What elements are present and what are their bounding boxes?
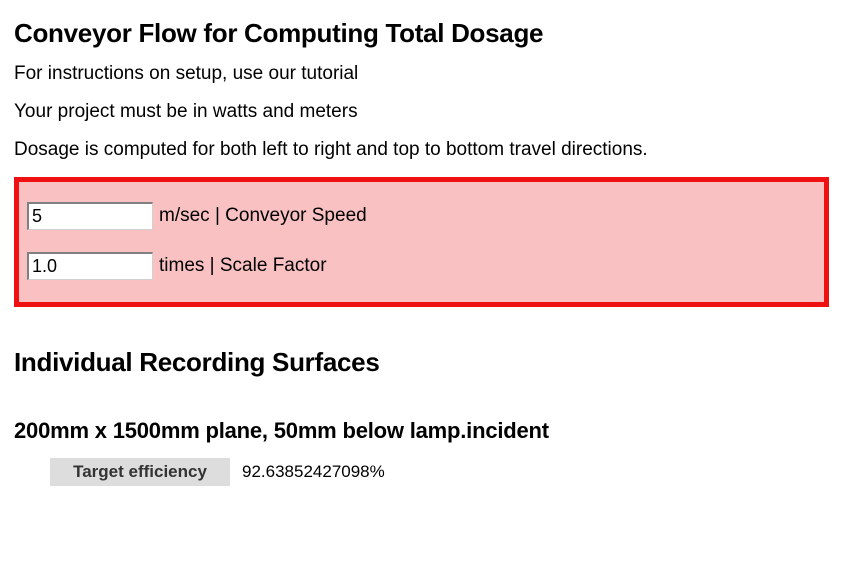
intro-text-1: For instructions on setup, use our tutor… <box>14 63 829 85</box>
surface-1-results-table: Target efficiency 92.63852427098% <box>50 458 397 486</box>
page-title: Conveyor Flow for Computing Total Dosage <box>14 18 829 49</box>
conveyor-speed-label: m/sec | Conveyor Speed <box>159 205 367 227</box>
target-efficiency-label: Target efficiency <box>50 458 230 486</box>
surface-1-title: 200mm x 1500mm plane, 50mm below lamp.in… <box>14 418 829 444</box>
conveyor-settings-panel: m/sec | Conveyor Speed times | Scale Fac… <box>14 177 829 307</box>
conveyor-speed-row: m/sec | Conveyor Speed <box>27 202 816 230</box>
table-row: Target efficiency 92.63852427098% <box>50 458 397 486</box>
scale-factor-label: times | Scale Factor <box>159 255 327 277</box>
intro-text-2: Your project must be in watts and meters <box>14 101 829 123</box>
intro-text-3: Dosage is computed for both left to righ… <box>14 139 829 161</box>
conveyor-speed-input[interactable] <box>27 202 153 230</box>
surfaces-heading: Individual Recording Surfaces <box>14 347 829 378</box>
target-efficiency-value: 92.63852427098% <box>230 458 397 486</box>
scale-factor-input[interactable] <box>27 252 153 280</box>
scale-factor-row: times | Scale Factor <box>27 252 816 280</box>
